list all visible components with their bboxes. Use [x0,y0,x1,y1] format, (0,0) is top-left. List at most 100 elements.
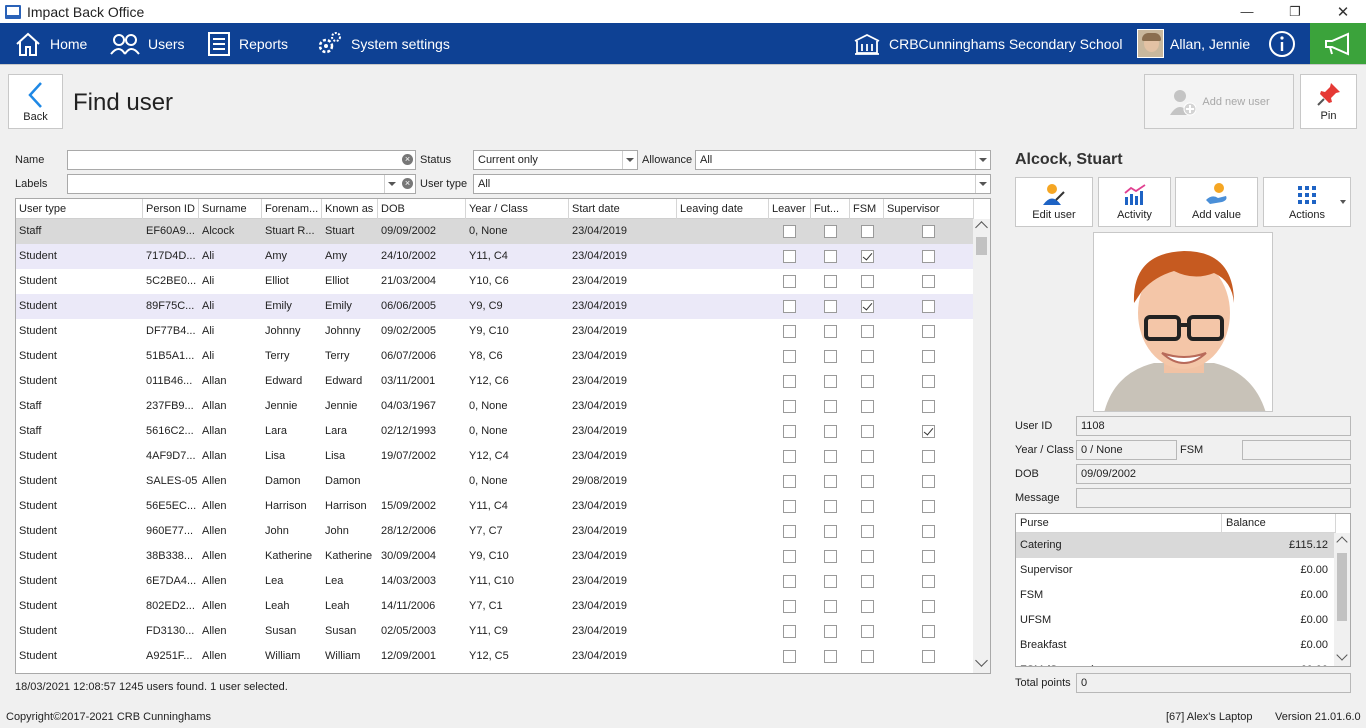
table-row[interactable]: Student 56E5EC... Allen Harrison Harrison 15/… [16,494,974,519]
checkbox-fsm[interactable] [861,450,874,463]
announcements-button[interactable] [1310,23,1366,64]
table-row[interactable]: Staff 5616C2... Allan Lara Lara 02/12/1993 0, … [16,419,974,444]
table-row[interactable]: Student 51B5A1... Ali Terry Terry 06/07/2006 Y… [16,344,974,369]
status-filter-select[interactable]: Current only [473,150,638,170]
checkbox-fsm[interactable] [861,250,874,263]
checkbox-fut[interactable] [824,250,837,263]
checkbox-sup[interactable] [922,550,935,563]
checkbox-fsm[interactable] [861,350,874,363]
purse-row[interactable]: Supervisor £0.00 [1016,558,1334,583]
column-header[interactable]: Forenam... [262,199,322,219]
table-row[interactable]: Student A9251F... Allen William William 12/09… [16,644,974,669]
column-header[interactable]: User type [16,199,143,219]
checkbox-leaver[interactable] [783,575,796,588]
purse-scrollbar[interactable] [1334,533,1350,666]
edit-user-button[interactable]: Edit user [1015,177,1093,227]
purse-scroll-thumb[interactable] [1337,553,1347,621]
checkbox-leaver[interactable] [783,450,796,463]
checkbox-fsm[interactable] [861,650,874,663]
checkbox-sup[interactable] [922,350,935,363]
name-filter-input[interactable] [67,150,416,170]
column-header[interactable]: Known as [322,199,378,219]
checkbox-fsm[interactable] [861,600,874,613]
checkbox-fut[interactable] [824,275,837,288]
checkbox-leaver[interactable] [783,325,796,338]
checkbox-sup[interactable] [922,225,935,238]
checkbox-leaver[interactable] [783,250,796,263]
table-row[interactable]: Student SALES-05 Allen Damon Damon 0, None 29/… [16,469,974,494]
checkbox-leaver[interactable] [783,225,796,238]
checkbox-leaver[interactable] [783,400,796,413]
table-row[interactable]: Staff EF60A9... Alcock Stuart R... Stuart 09/… [16,219,974,244]
labels-dropdown-icon[interactable] [384,175,399,193]
table-row[interactable]: Student DF77B4... Ali Johnny Johnny 09/02/200… [16,319,974,344]
allowance-filter-select[interactable]: All [695,150,991,170]
checkbox-fut[interactable] [824,600,837,613]
purse-row[interactable]: Breakfast £0.00 [1016,633,1334,658]
scroll-down-icon[interactable] [975,654,988,667]
nav-reports[interactable]: Reports [207,23,288,64]
nav-users[interactable]: Users [110,23,185,64]
checkbox-leaver[interactable] [783,425,796,438]
school-selector[interactable]: CRBCunninghams Secondary School [853,23,1122,64]
checkbox-sup[interactable] [922,625,935,638]
checkbox-fut[interactable] [824,450,837,463]
column-header[interactable]: Start date [569,199,677,219]
checkbox-leaver[interactable] [783,475,796,488]
checkbox-fsm[interactable] [861,325,874,338]
checkbox-fsm[interactable] [861,525,874,538]
purse-scroll-up-icon[interactable] [1336,536,1348,548]
back-button[interactable]: Back [8,74,63,129]
column-header[interactable]: Person ID [143,199,199,219]
allowance-dropdown-icon[interactable] [975,151,990,169]
checkbox-fut[interactable] [824,375,837,388]
table-row[interactable]: Student FD3130... Allen Susan Susan 02/05/200… [16,619,974,644]
table-row[interactable]: Student 38B338... Allen Katherine Katherine 3… [16,544,974,569]
minimize-icon[interactable]: — [1224,0,1270,23]
checkbox-sup[interactable] [922,650,935,663]
checkbox-sup[interactable] [922,300,935,313]
checkbox-fsm[interactable] [861,400,874,413]
checkbox-fsm[interactable] [861,475,874,488]
close-icon[interactable]: ✕ [1320,0,1366,23]
checkbox-fut[interactable] [824,650,837,663]
checkbox-fut[interactable] [824,500,837,513]
checkbox-sup[interactable] [922,475,935,488]
column-header[interactable]: Leaver [769,199,811,219]
column-header[interactable]: FSM [850,199,884,219]
checkbox-sup[interactable] [922,325,935,338]
labels-filter-select[interactable] [67,174,416,194]
add-value-button[interactable]: Add value [1175,177,1258,227]
info-button[interactable] [1268,23,1304,64]
table-row[interactable]: Student 802ED2... Allen Leah Leah 14/11/2006 Y… [16,594,974,619]
checkbox-fut[interactable] [824,350,837,363]
column-header[interactable]: DOB [378,199,466,219]
checkbox-sup[interactable] [922,400,935,413]
checkbox-leaver[interactable] [783,375,796,388]
column-header[interactable]: Supervisor [884,199,974,219]
scroll-thumb[interactable] [976,237,987,255]
column-header[interactable]: Leaving date [677,199,769,219]
table-row[interactable]: Student 5C2BE0... Ali Elliot Elliot 21/03/200… [16,269,974,294]
checkbox-fut[interactable] [824,325,837,338]
checkbox-leaver[interactable] [783,600,796,613]
checkbox-leaver[interactable] [783,650,796,663]
checkbox-sup[interactable] [922,275,935,288]
checkbox-leaver[interactable] [783,550,796,563]
checkbox-fsm[interactable] [861,500,874,513]
checkbox-fsm[interactable] [861,275,874,288]
current-user[interactable]: Allan, Jennie [1137,23,1250,64]
checkbox-leaver[interactable] [783,500,796,513]
purse-row[interactable]: FSM (Summer) £0.00 [1016,658,1334,666]
scroll-up-icon[interactable] [975,221,988,234]
usertype-filter-select[interactable]: All [473,174,991,194]
checkbox-fut[interactable] [824,475,837,488]
checkbox-fut[interactable] [824,550,837,563]
checkbox-fut[interactable] [824,525,837,538]
checkbox-leaver[interactable] [783,300,796,313]
table-row[interactable]: Student 011B46... Allan Edward Edward 03/11/2… [16,369,974,394]
checkbox-fut[interactable] [824,425,837,438]
purse-row[interactable]: UFSM £0.00 [1016,608,1334,633]
clear-name-icon[interactable]: × [402,154,413,165]
checkbox-fsm[interactable] [861,575,874,588]
